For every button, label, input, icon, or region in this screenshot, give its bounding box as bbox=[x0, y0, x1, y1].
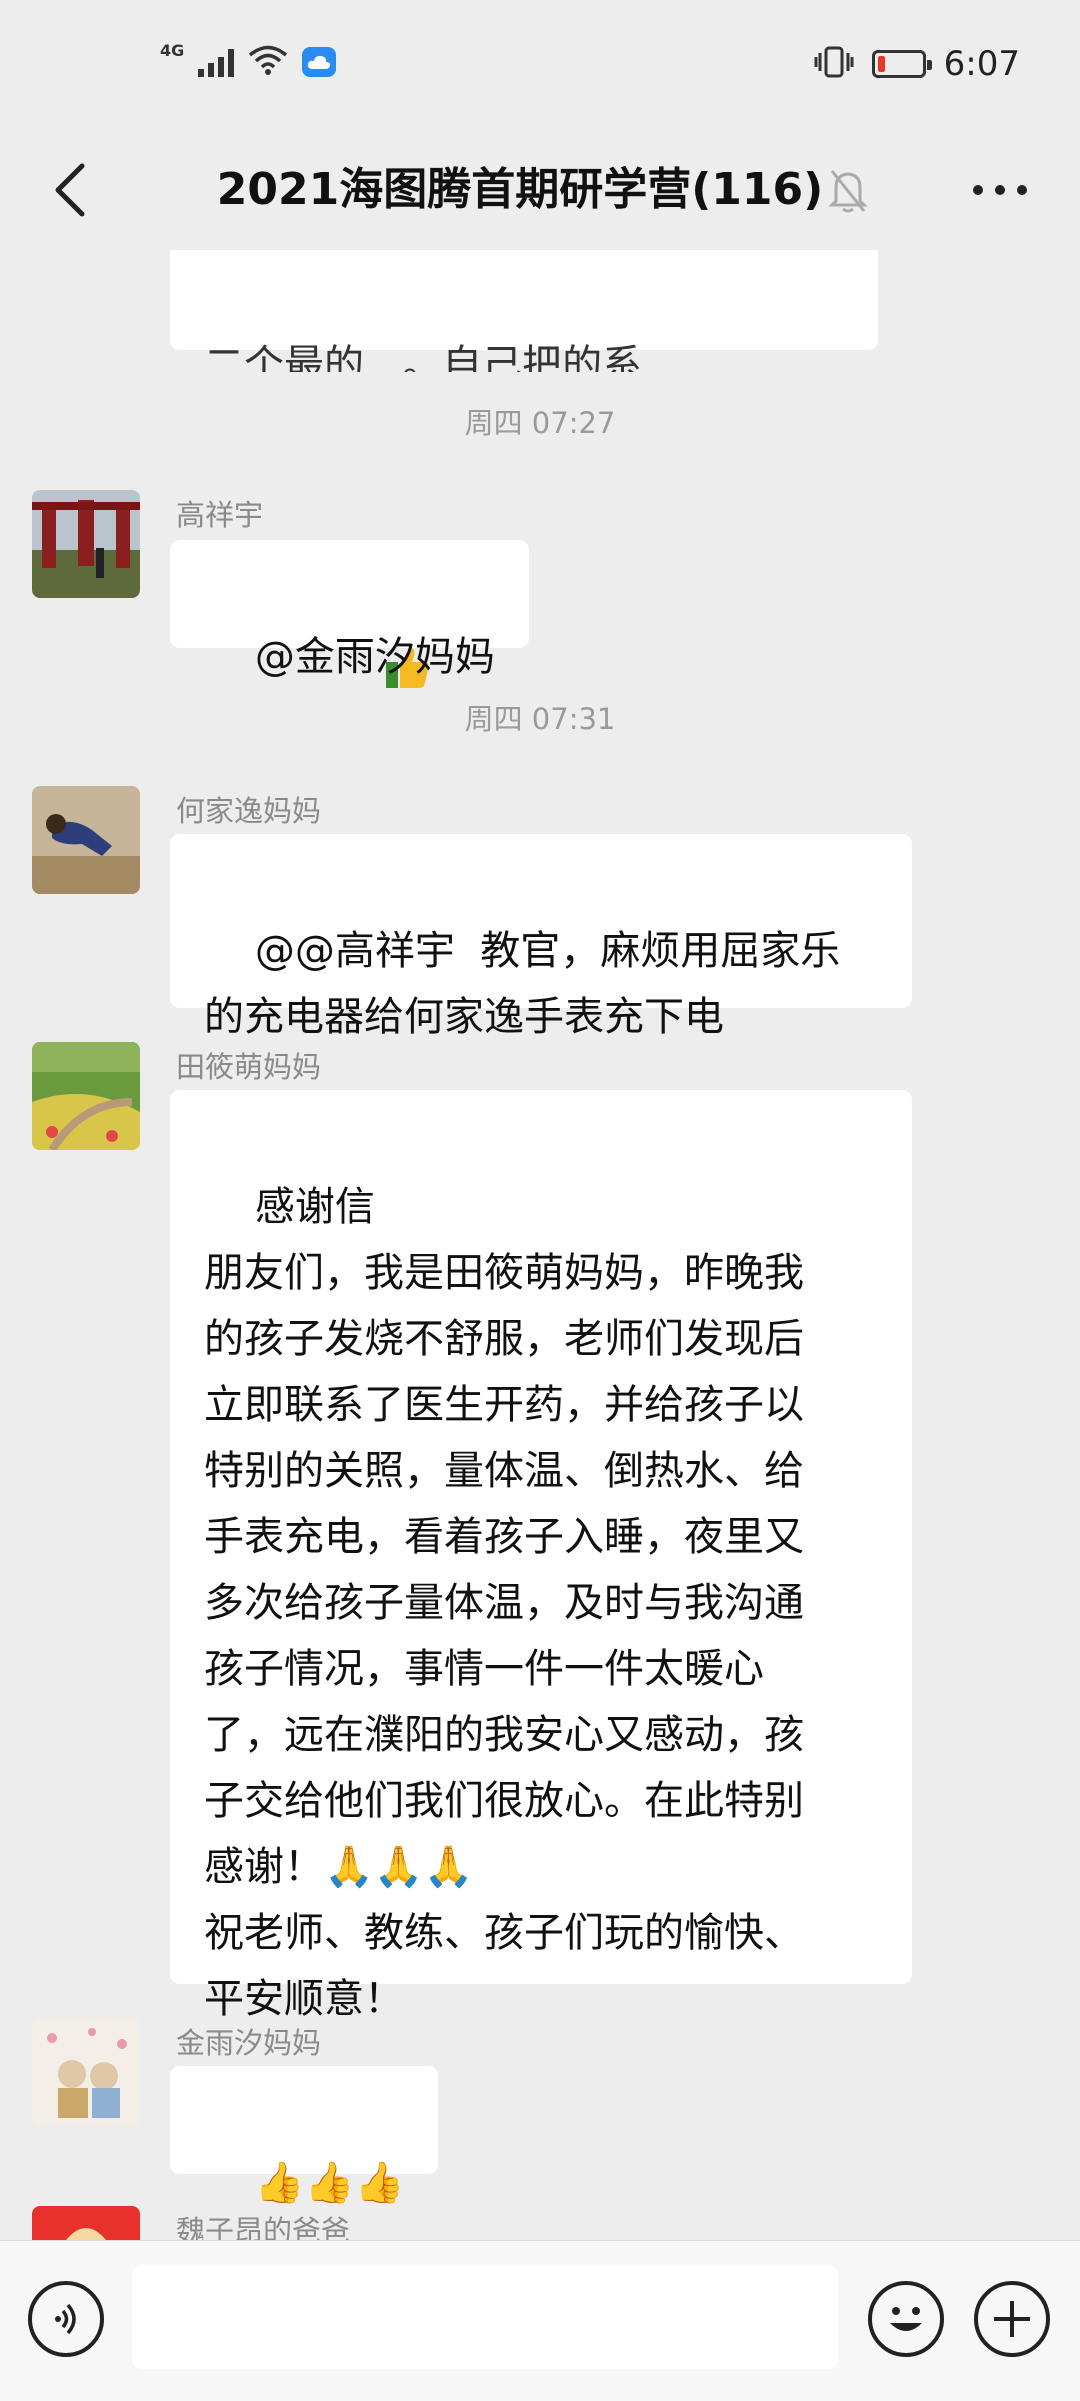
title-bar: 2021海图腾首期研学营(116) bbox=[0, 130, 1080, 250]
sender-name: 高祥宇 bbox=[176, 498, 264, 532]
emoji-button[interactable] bbox=[868, 2281, 944, 2357]
timestamp: 周四 07:31 bbox=[464, 702, 616, 736]
back-button[interactable] bbox=[30, 150, 110, 230]
emoji-icon bbox=[890, 2307, 922, 2331]
signal-icon bbox=[198, 47, 235, 77]
chat-title: 2021海图腾首期研学营(116) bbox=[216, 164, 824, 215]
avatar[interactable] bbox=[32, 2206, 140, 2240]
voice-icon bbox=[55, 2303, 76, 2335]
clock: 6:07 bbox=[943, 44, 1020, 84]
message-text: 👍👍👍 bbox=[254, 2160, 405, 2206]
battery-icon bbox=[871, 50, 932, 78]
partial-text: 二个最的...。自己把的系 bbox=[204, 342, 643, 372]
network-type: 4G bbox=[160, 40, 185, 60]
input-bar bbox=[0, 2240, 1080, 2401]
vibrate-icon bbox=[814, 45, 854, 83]
chat-area[interactable]: 二个最的...。自己把的系 周四 07:27 高祥宇 @金雨汐妈妈 周四 07:… bbox=[0, 250, 1080, 2240]
sender-name: 何家逸妈妈 bbox=[176, 794, 322, 828]
message-input[interactable] bbox=[132, 2265, 838, 2369]
avatar[interactable] bbox=[32, 490, 140, 598]
timestamp: 周四 07:27 bbox=[464, 406, 616, 440]
more-icon bbox=[973, 185, 1027, 195]
status-right: 6:07 bbox=[814, 44, 1020, 84]
cloud-icon bbox=[302, 47, 337, 77]
avatar[interactable] bbox=[32, 786, 140, 894]
back-arrow-icon bbox=[55, 163, 85, 217]
message-bubble[interactable]: @金雨汐妈妈 bbox=[170, 540, 529, 680]
sender-name: 魏子昂的爸爸 bbox=[176, 2214, 351, 2240]
sender-name: 田筱萌妈妈 bbox=[176, 1050, 322, 1084]
avatar[interactable] bbox=[32, 2018, 140, 2126]
voice-button[interactable] bbox=[28, 2281, 104, 2357]
wifi-icon bbox=[248, 44, 288, 80]
message-bubble[interactable]: 👍👍👍 bbox=[170, 2066, 439, 2206]
status-bar: 4G 6:07 bbox=[0, 0, 1080, 130]
message-text: @金雨汐妈妈 bbox=[254, 634, 495, 680]
plus-icon bbox=[994, 2301, 1030, 2337]
more-button[interactable] bbox=[950, 150, 1050, 230]
sender-name: 金雨汐妈妈 bbox=[176, 2026, 322, 2060]
mute-bell-icon bbox=[820, 160, 876, 220]
message-text: 感谢信 朋友们，我是田筱萌妈妈，昨晚我 的孩子发烧不舒服，老师们发现后 立即联系… bbox=[204, 1184, 804, 2022]
status-left: 4G bbox=[160, 40, 337, 80]
message-bubble-partial[interactable]: 二个最的...。自己把的系 bbox=[170, 250, 878, 890]
message-bubble[interactable]: @@高祥宇 教官，麻烦用屈家乐 的充电器给何家逸手表充下电 bbox=[170, 834, 912, 1040]
avatar[interactable] bbox=[32, 1042, 140, 1150]
message-bubble[interactable]: 感谢信 朋友们，我是田筱萌妈妈，昨晚我 的孩子发烧不舒服，老师们发现后 立即联系… bbox=[170, 1090, 912, 2022]
plus-button[interactable] bbox=[974, 2281, 1050, 2357]
